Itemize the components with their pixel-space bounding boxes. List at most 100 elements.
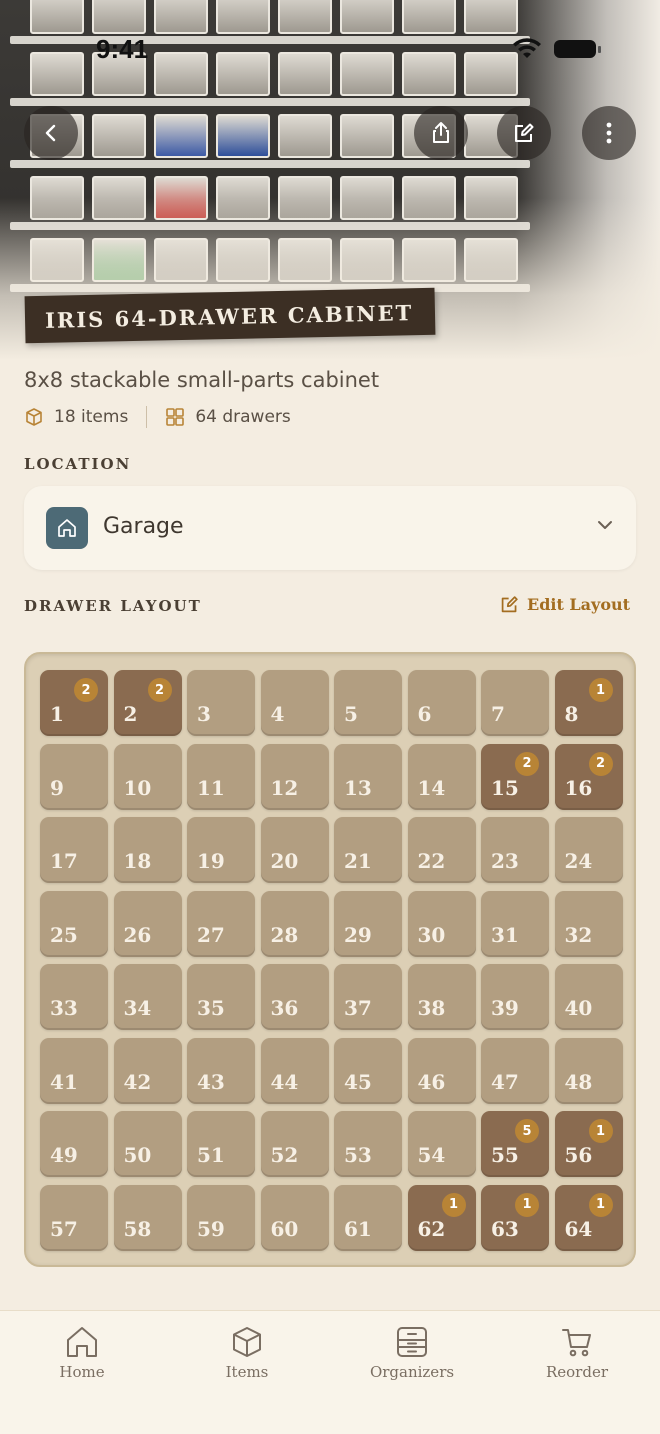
share-button[interactable] [414, 106, 468, 160]
drawer-cell[interactable]: 43 [187, 1037, 255, 1104]
drawer-cell[interactable]: 41 [40, 1037, 108, 1104]
drawer-cell[interactable]: 22 [407, 817, 476, 883]
drawer-cell[interactable]: 25 [40, 890, 108, 957]
drawer-cell[interactable]: 39 [481, 964, 549, 1030]
drawer-cell[interactable]: 17 [40, 817, 108, 883]
drawer-cell[interactable]: 9 [40, 743, 108, 810]
drawer-cell[interactable]: 35 [187, 964, 255, 1030]
drawer-cell[interactable]: 30 [407, 890, 476, 957]
edit-icon [515, 123, 534, 142]
drawer-number: 37 [344, 996, 372, 1020]
drawer-cell[interactable]: 33 [40, 964, 108, 1030]
drawer-cell[interactable]: 14 [407, 743, 476, 810]
drawer-cell[interactable]: 15 2 [481, 743, 549, 810]
drawer-cell[interactable]: 46 [407, 1037, 476, 1104]
drawer-item-count-badge: 2 [588, 751, 613, 776]
items-count-meta: 18 items [24, 407, 128, 427]
drawer-number: 47 [491, 1069, 519, 1094]
drawer-cell[interactable]: 61 [334, 1184, 402, 1251]
drawer-cell[interactable]: 54 [407, 1111, 476, 1177]
drawer-cell[interactable]: 18 [113, 817, 182, 883]
drawer-cell[interactable]: 38 [407, 964, 476, 1030]
tab-reorder-label: Reorder [545, 1363, 609, 1381]
drawer-cell[interactable]: 21 [334, 817, 402, 883]
tab-organizers[interactable]: Organizers [352, 1325, 472, 1381]
drawer-cell[interactable]: 59 [187, 1184, 255, 1251]
drawer-cell[interactable]: 60 [260, 1184, 329, 1251]
drawer-cell[interactable]: 53 [334, 1111, 402, 1177]
drawer-cell[interactable]: 81 [554, 670, 623, 736]
drawer-cell[interactable]: 23 [481, 817, 549, 883]
drawer-cell[interactable]: 48 [554, 1037, 623, 1104]
drawer-cell[interactable]: 6 [407, 670, 476, 736]
drawer-cell[interactable]: 7 [481, 670, 549, 736]
drawer-cell[interactable]: 34 [113, 964, 182, 1030]
drawer-cell[interactable]: 57 [40, 1184, 108, 1251]
drawer-cell[interactable]: 12 [260, 743, 329, 810]
drawer-cell[interactable]: 44 [260, 1037, 329, 1104]
organizer-title: IRIS 64-DRAWER CABINET [44, 300, 414, 333]
drawer-cell[interactable]: 64 1 [554, 1184, 623, 1251]
drawer-number: 53 [344, 1143, 372, 1167]
drawer-number: 44 [270, 1069, 299, 1094]
drawer-cell[interactable]: 3 [187, 670, 255, 736]
edit-layout-button[interactable]: Edit Layout [500, 595, 630, 614]
drawer-cell[interactable]: 49 [40, 1111, 108, 1177]
drawer-cell[interactable]: 55 5 [481, 1111, 549, 1177]
drawer-number: 17 [50, 849, 78, 873]
drawer-cell[interactable]: 63 1 [481, 1184, 549, 1251]
drawer-cell[interactable]: 29 [334, 890, 402, 957]
drawer-cell[interactable]: 11 [187, 743, 255, 810]
drawer-cell[interactable]: 47 [481, 1037, 549, 1104]
drawer-cell[interactable]: 40 [554, 964, 623, 1030]
tab-home[interactable]: Home [22, 1325, 142, 1381]
drawer-cell[interactable]: 27 [187, 890, 255, 957]
drawer-cell[interactable]: 42 [113, 1037, 182, 1104]
drawer-number: 16 [564, 775, 593, 800]
drawer-cell[interactable]: 56 1 [554, 1111, 623, 1177]
drawer-cell[interactable]: 19 [187, 817, 255, 883]
drawer-cell[interactable]: 13 [334, 743, 402, 810]
drawer-cell[interactable]: 22 [113, 670, 182, 736]
more-options-button[interactable] [582, 106, 636, 160]
battery-icon [554, 40, 601, 58]
drawer-number: 35 [197, 996, 225, 1020]
drawer-cell[interactable]: 5 [334, 670, 402, 736]
organizer-drawer-icon [397, 1327, 427, 1357]
location-section-label: LOCATION [24, 455, 132, 473]
drawer-grid: 1 2 2 2 3 4 5 6 7 8 1 9 10 11 12 13 14 15 2 16 2 17 18 19 20 21 22… [24, 652, 636, 1267]
drawer-number: 7 [491, 702, 505, 726]
drawer-cell[interactable]: 20 [260, 817, 329, 883]
drawer-cell[interactable]: 52 [260, 1111, 329, 1177]
drawer-cell[interactable]: 4 [260, 670, 329, 736]
drawer-number: 3 [197, 702, 211, 726]
drawer-cell[interactable]: 31 [481, 890, 549, 957]
drawer-item-count-badge: 5 [515, 1119, 539, 1143]
drawer-cell[interactable]: 50 [113, 1111, 182, 1177]
drawer-number: 22 [417, 849, 446, 873]
drawer-cell[interactable]: 62 1 [407, 1184, 476, 1251]
drawer-cell[interactable]: 58 [113, 1184, 182, 1251]
drawer-cell[interactable]: 10 [113, 743, 182, 810]
drawer-cell[interactable]: 36 [260, 964, 329, 1030]
drawer-number: 63 [491, 1216, 519, 1241]
back-button[interactable] [24, 106, 78, 160]
drawer-cell[interactable]: 37 [334, 964, 402, 1030]
drawer-cell[interactable]: 24 [554, 817, 623, 883]
drawer-cell[interactable]: 16 2 [554, 743, 623, 810]
drawer-cell[interactable]: 28 [260, 890, 329, 957]
drawer-number: 29 [344, 922, 372, 947]
drawer-cell[interactable]: 32 [554, 890, 623, 957]
drawer-cell[interactable]: 12 [40, 670, 108, 736]
drawer-item-count-badge: 2 [515, 751, 539, 776]
tab-reorder[interactable]: Reorder [517, 1325, 637, 1381]
drawer-cell[interactable]: 45 [334, 1037, 402, 1104]
drawer-number: 2 [123, 702, 138, 726]
drawer-cell[interactable]: 26 [113, 890, 182, 957]
drawer-cell[interactable]: 51 [187, 1111, 255, 1177]
location-selector[interactable]: Garage [24, 486, 636, 570]
cart-icon [562, 1329, 591, 1357]
edit-button[interactable] [497, 106, 551, 160]
tab-items[interactable]: Items [187, 1325, 307, 1381]
status-time: 9:41 [96, 34, 149, 64]
